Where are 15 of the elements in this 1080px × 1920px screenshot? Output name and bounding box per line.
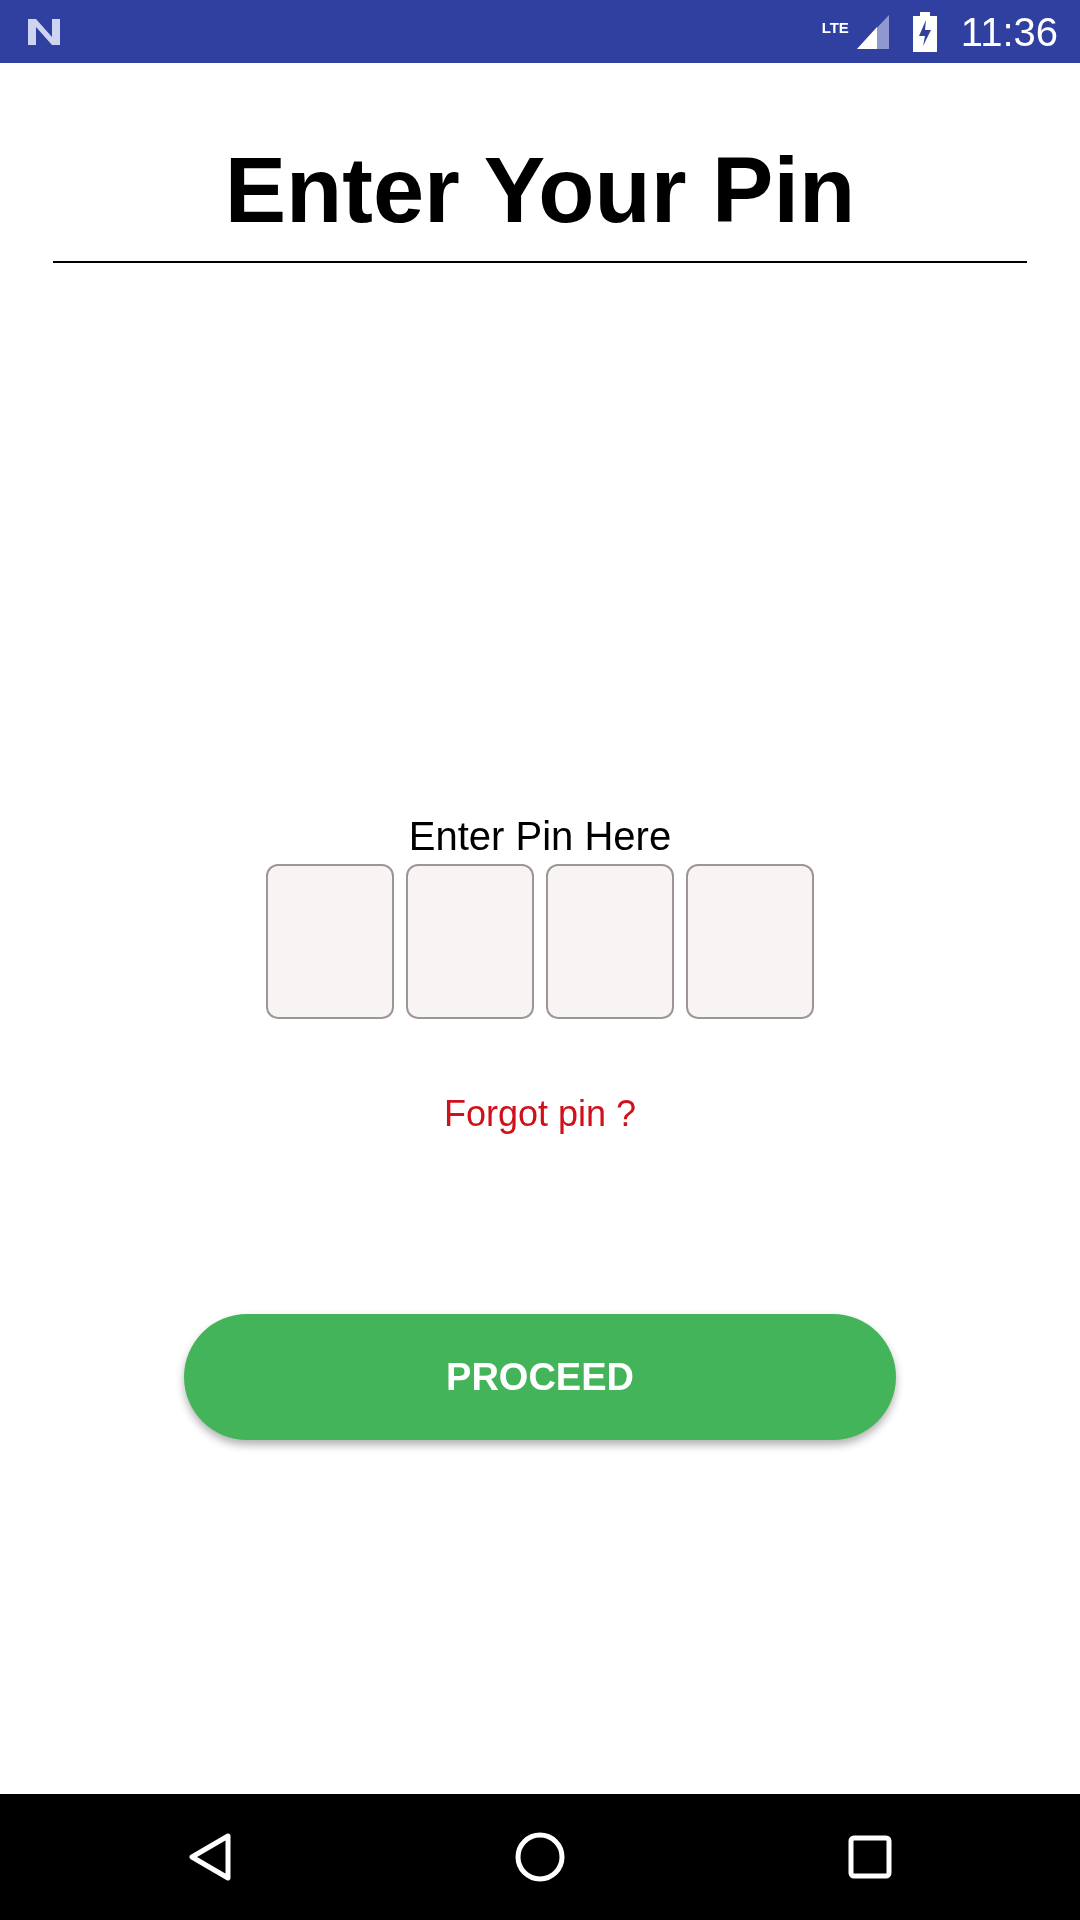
pin-label: Enter Pin Here (408, 813, 672, 860)
network-type: LTE (821, 19, 849, 35)
pin-digit-field[interactable] (686, 864, 814, 1019)
signal-icon (856, 14, 889, 49)
home-icon[interactable] (515, 1832, 565, 1882)
pin-digit-field[interactable] (266, 864, 394, 1019)
pin-digit-field[interactable] (546, 864, 674, 1019)
clock: 11:36 (960, 11, 1058, 52)
page-title: Enter Your Pin (224, 138, 856, 243)
recents-icon[interactable] (848, 1835, 892, 1879)
battery-charging-icon (912, 11, 937, 52)
back-icon[interactable] (188, 1832, 232, 1882)
pin-digit-field[interactable] (406, 864, 534, 1019)
notification-icon (26, 16, 62, 47)
forgot-pin-link[interactable]: Forgot pin ? (443, 1092, 637, 1136)
